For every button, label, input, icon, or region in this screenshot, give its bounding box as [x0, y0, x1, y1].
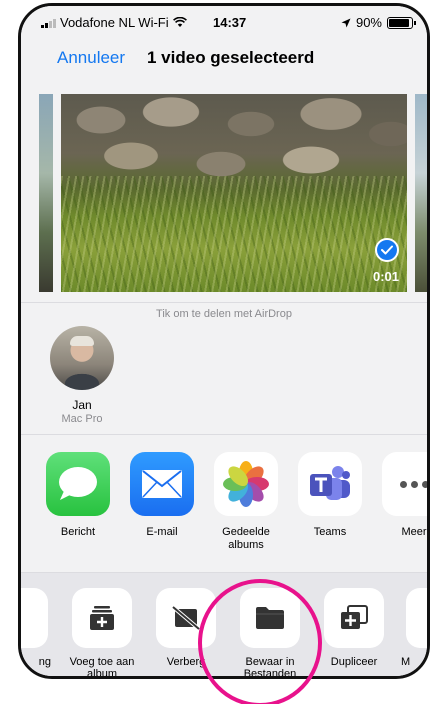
action-hide[interactable]: Verberg [149, 588, 223, 668]
video-duration: 0:01 [372, 269, 399, 284]
partial-icon [21, 588, 48, 648]
status-left: Vodafone NL Wi-Fi [41, 15, 187, 30]
folder-icon [240, 588, 300, 648]
app-label: Gedeelde albums [222, 526, 270, 551]
app-label: E-mail [146, 526, 178, 538]
app-label: Teams [313, 526, 347, 538]
teams-icon [298, 452, 362, 516]
action-label: Dupliceer [330, 656, 378, 668]
app-label: Meer [401, 526, 427, 538]
action-label: Voeg toe aan album [69, 656, 135, 679]
action-label: M [401, 656, 411, 668]
photos-icon [214, 452, 278, 516]
action-add-to-album[interactable]: Voeg toe aan album [65, 588, 139, 679]
selected-check-icon[interactable] [375, 238, 399, 262]
action-partial[interactable]: ng [21, 588, 55, 668]
status-right: 90% [341, 15, 416, 30]
share-app-more[interactable]: Meer [377, 452, 427, 539]
media-strip[interactable]: 0:01 [21, 88, 427, 298]
action-duplicate[interactable]: Dupliceer [317, 588, 391, 668]
share-sheet: Vodafone NL Wi-Fi 14:37 90% Annuleer 1 v… [18, 3, 430, 679]
photo-texture [61, 176, 407, 292]
selected-video-thumbnail[interactable]: 0:01 [61, 94, 407, 292]
divider [21, 302, 427, 303]
hide-icon [156, 588, 216, 648]
status-bar: Vodafone NL Wi-Fi 14:37 90% [21, 6, 427, 36]
next-media-thumbnail[interactable] [415, 94, 427, 292]
mail-icon [130, 452, 194, 516]
action-save-to-files[interactable]: Bewaar in Bestanden [233, 588, 307, 679]
page-title: 1 video geselecteerd [147, 48, 315, 67]
location-icon [341, 18, 351, 27]
action-more[interactable]: M [399, 588, 427, 668]
more-icon [382, 452, 427, 516]
airdrop-hint: Tik om te delen met AirDrop [156, 308, 292, 320]
battery-icon [387, 16, 416, 29]
duplicate-icon [324, 588, 384, 648]
carrier-label: Vodafone NL Wi-Fi [60, 15, 169, 30]
messages-icon [46, 452, 110, 516]
action-label: Verberg [166, 656, 206, 668]
action-label: Bewaar in Bestanden [243, 656, 297, 679]
nav-bar: Annuleer 1 video geselecteerd [21, 36, 427, 86]
app-label: Bericht [60, 526, 96, 538]
avatar [50, 326, 114, 390]
share-app-shared-albums[interactable]: Gedeelde albums [209, 452, 283, 552]
cancel-button[interactable]: Annuleer [57, 48, 125, 68]
contact-name: Jan [72, 398, 92, 412]
wifi-icon [172, 17, 187, 27]
status-time: 14:37 [213, 15, 247, 30]
contact-device: Mac Pro [61, 413, 103, 425]
battery-fill [389, 18, 409, 27]
action-label: ng [38, 656, 51, 668]
share-app-messages[interactable]: Bericht [41, 452, 115, 539]
signal-icon [41, 18, 56, 28]
share-app-mail[interactable]: E-mail [125, 452, 199, 539]
battery-percent: 90% [355, 15, 382, 30]
add-to-album-icon [72, 588, 132, 648]
share-app-teams[interactable]: Teams [293, 452, 367, 539]
previous-media-thumbnail[interactable] [39, 94, 53, 292]
divider [21, 434, 427, 435]
airdrop-contact[interactable]: Jan Mac Pro [47, 326, 117, 425]
partial-more-icon [406, 588, 427, 648]
share-apps-row: Bericht E-mail Gedeelde albums Teams Mee… [21, 452, 427, 562]
